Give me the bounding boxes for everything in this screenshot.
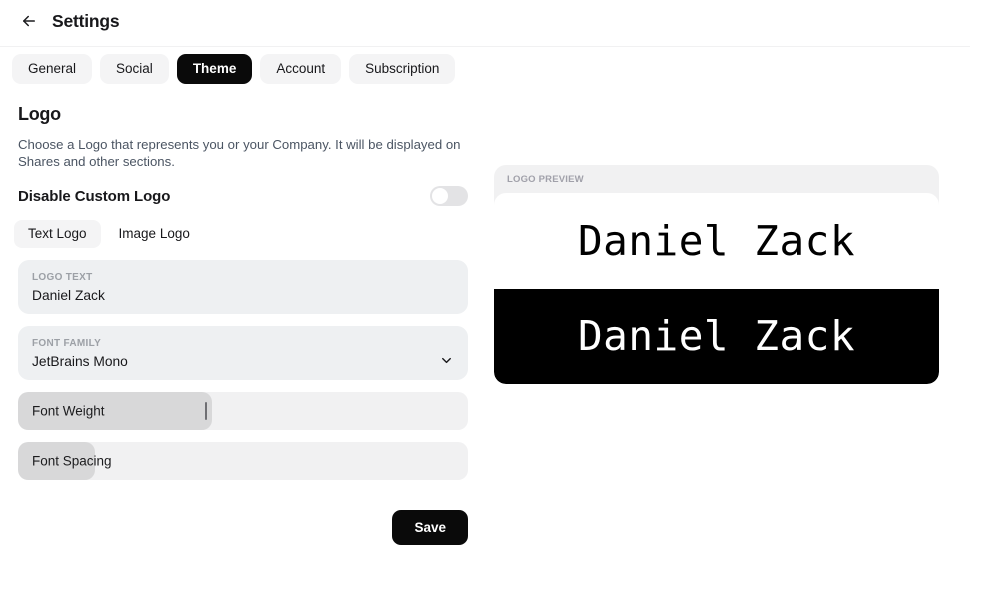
tab-account[interactable]: Account (260, 54, 342, 84)
logo-preview-dark-text: Daniel Zack (577, 312, 856, 361)
tab-theme[interactable]: Theme (176, 54, 253, 84)
page-header: Settings (0, 0, 985, 47)
save-row: Save (18, 509, 468, 545)
chevron-down-icon[interactable] (439, 353, 454, 368)
logo-preview-dark: Daniel Zack (494, 288, 939, 384)
logo-preview-label: LOGO PREVIEW (507, 173, 584, 185)
logo-preview-panel: LOGO PREVIEW Daniel Zack Daniel Zack (494, 165, 939, 384)
tab-image-logo[interactable]: Image Logo (105, 220, 204, 248)
save-button[interactable]: Save (392, 509, 468, 545)
logo-section-description: Choose a Logo that represents you or you… (18, 136, 461, 169)
logo-text-label: LOGO TEXT (32, 271, 93, 283)
disable-custom-logo-label: Disable Custom Logo (18, 187, 171, 205)
tab-social[interactable]: Social (100, 54, 169, 84)
disable-custom-logo-row: Disable Custom Logo (18, 186, 468, 207)
tab-text-logo[interactable]: Text Logo (14, 220, 101, 248)
logo-preview-card: Daniel Zack Daniel Zack (494, 193, 939, 384)
logo-text-field[interactable]: LOGO TEXT Daniel Zack (18, 259, 468, 314)
font-family-field[interactable]: FONT FAMILY JetBrains Mono (18, 325, 468, 380)
font-family-label: FONT FAMILY (32, 337, 102, 349)
settings-tab-bar: General Social Theme Account Subscriptio… (0, 42, 985, 84)
font-weight-slider[interactable]: Font Weight (18, 391, 468, 430)
font-spacing-label: Font Spacing (32, 453, 112, 469)
logo-preview-light-text: Daniel Zack (577, 216, 856, 265)
logo-preview-header: LOGO PREVIEW (494, 165, 939, 193)
font-weight-label: Font Weight (32, 403, 105, 419)
tab-subscription[interactable]: Subscription (349, 54, 456, 84)
font-weight-slider-handle[interactable] (204, 401, 207, 420)
font-spacing-slider[interactable]: Font Spacing (18, 441, 468, 480)
arrow-left-icon[interactable] (18, 10, 40, 32)
tab-general[interactable]: General (12, 54, 93, 84)
toggle-knob (432, 188, 448, 205)
logo-text-input[interactable]: Daniel Zack (32, 288, 454, 303)
header-divider (0, 46, 970, 47)
logo-preview-light: Daniel Zack (494, 193, 939, 289)
logo-section-title: Logo (18, 103, 61, 124)
font-family-value[interactable]: JetBrains Mono (32, 354, 454, 369)
page-title: Settings (52, 10, 120, 31)
disable-custom-logo-toggle[interactable] (430, 186, 468, 207)
